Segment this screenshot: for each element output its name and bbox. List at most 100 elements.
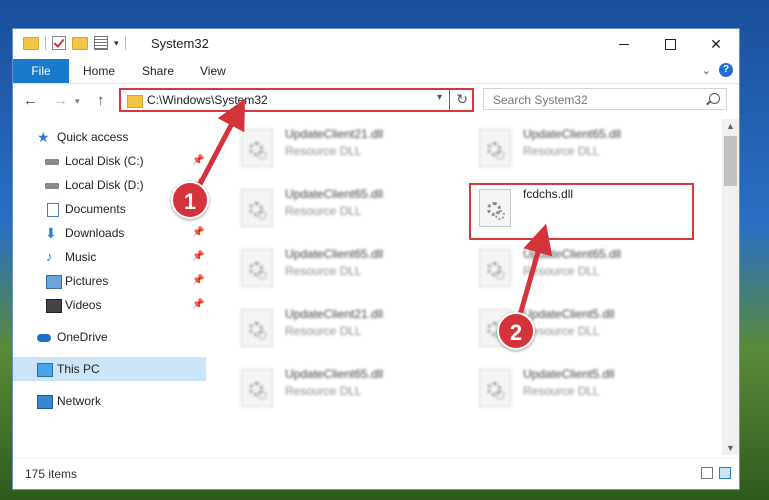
scrollbar-thumb[interactable] bbox=[724, 136, 737, 186]
large-icons-view-icon[interactable] bbox=[719, 467, 731, 479]
file-item[interactable]: UpdateClient65.dll Resource DLL bbox=[241, 363, 461, 415]
toolbar-divider bbox=[124, 36, 126, 50]
title-bar: ▾ System32 ✕ bbox=[13, 29, 739, 59]
download-icon: ⬇ bbox=[45, 225, 57, 241]
sidebar-item-label: Quick access bbox=[57, 130, 129, 144]
sidebar-item-local-disk-c[interactable]: Local Disk (C:) 📌 bbox=[13, 149, 206, 173]
file-item[interactable]: UpdateClient65.dll Resource DLL bbox=[241, 183, 461, 235]
dll-file-icon bbox=[241, 129, 273, 167]
tab-share[interactable]: Share bbox=[142, 59, 174, 83]
maximize-button[interactable] bbox=[647, 29, 693, 59]
close-button[interactable]: ✕ bbox=[693, 29, 739, 59]
sidebar-item-music[interactable]: ♪ Music 📌 bbox=[13, 245, 206, 269]
window-title: System32 bbox=[151, 36, 209, 51]
up-arrow-icon[interactable]: ↑ bbox=[97, 92, 105, 109]
document-icon bbox=[47, 203, 59, 217]
file-type: Resource DLL bbox=[523, 144, 600, 158]
forward-arrow-icon[interactable]: → bbox=[53, 92, 68, 109]
file-item[interactable]: UpdateClient21.dll Resource DLL bbox=[241, 303, 461, 355]
dll-file-icon bbox=[241, 249, 273, 287]
customize-toolbar-icon[interactable]: ▾ bbox=[114, 38, 119, 49]
help-icon[interactable]: ? bbox=[719, 63, 733, 77]
search-icon[interactable] bbox=[709, 93, 720, 104]
file-item[interactable]: UpdateClient65.dll Resource DLL bbox=[479, 243, 699, 295]
search-input[interactable]: Search System32 bbox=[483, 88, 727, 110]
file-item[interactable]: UpdateClient5.dll Resource DLL bbox=[479, 363, 699, 415]
pin-icon[interactable]: 📌 bbox=[192, 251, 204, 262]
address-bar[interactable]: C:\Windows\System32 ▾ ↻ bbox=[119, 88, 474, 112]
dll-file-icon bbox=[479, 129, 511, 167]
computer-icon bbox=[37, 363, 53, 377]
sidebar-item-quick-access[interactable]: ★ Quick access bbox=[13, 125, 206, 149]
minimize-button[interactable] bbox=[601, 29, 647, 59]
file-name: UpdateClient5.dll bbox=[523, 367, 615, 381]
sidebar-item-this-pc[interactable]: This PC bbox=[13, 357, 206, 381]
sidebar-item-label: Documents bbox=[65, 202, 126, 216]
details-view-icon[interactable] bbox=[701, 467, 713, 479]
tab-file[interactable]: File bbox=[13, 59, 69, 83]
picture-icon bbox=[46, 275, 62, 289]
recent-locations-icon[interactable]: ▾ bbox=[75, 96, 80, 107]
refresh-icon[interactable]: ↻ bbox=[456, 91, 468, 108]
sidebar-item-label: Videos bbox=[65, 298, 102, 312]
file-type: Resource DLL bbox=[285, 264, 362, 278]
sidebar-item-label: Local Disk (C:) bbox=[65, 154, 144, 168]
file-name: UpdateClient65.dll bbox=[285, 187, 384, 201]
sidebar-item-videos[interactable]: Videos 📌 bbox=[13, 293, 206, 317]
sidebar-item-network[interactable]: Network bbox=[13, 389, 206, 413]
sidebar-item-label: This PC bbox=[57, 362, 100, 376]
sidebar-item-downloads[interactable]: ⬇ Downloads 📌 bbox=[13, 221, 206, 245]
properties-icon[interactable] bbox=[94, 36, 108, 50]
folder-icon[interactable] bbox=[23, 36, 39, 50]
address-path[interactable]: C:\Windows\System32 bbox=[147, 93, 268, 107]
quick-access-toolbar: ▾ bbox=[23, 36, 126, 50]
pin-icon[interactable]: 📌 bbox=[192, 155, 204, 166]
ribbon-tabs: File Home Share View ⌄ ? bbox=[13, 59, 739, 84]
highlight-box-file bbox=[469, 183, 694, 240]
close-icon: ✕ bbox=[710, 35, 722, 52]
file-name: UpdateClient65.dll bbox=[285, 367, 384, 381]
navigation-pane: ★ Quick access Local Disk (C:) 📌 Local D… bbox=[13, 121, 206, 451]
tab-home[interactable]: Home bbox=[83, 59, 115, 83]
file-item[interactable]: UpdateClient21.dll Resource DLL bbox=[241, 123, 461, 175]
ribbon-right-controls: ⌄ ? bbox=[702, 63, 733, 77]
music-icon: ♪ bbox=[46, 249, 53, 264]
disk-icon bbox=[45, 183, 59, 189]
sidebar-item-label: Network bbox=[57, 394, 102, 408]
back-arrow-icon[interactable]: ← bbox=[23, 92, 38, 109]
item-count: 175 items bbox=[25, 467, 78, 481]
file-item[interactable]: UpdateClient65.dll Resource DLL bbox=[479, 123, 699, 175]
sidebar-item-onedrive[interactable]: OneDrive bbox=[13, 325, 206, 349]
file-item[interactable]: UpdateClient65.dll Resource DLL bbox=[241, 243, 461, 295]
disk-icon bbox=[45, 159, 59, 165]
scroll-down-icon[interactable]: ▼ bbox=[726, 443, 735, 453]
properties-check-icon[interactable] bbox=[52, 36, 66, 50]
folder-icon bbox=[127, 95, 143, 108]
tab-view[interactable]: View bbox=[200, 59, 226, 83]
video-icon bbox=[46, 299, 62, 313]
address-divider bbox=[449, 90, 450, 110]
file-list: UpdateClient21.dll Resource DLL UpdateCl… bbox=[221, 121, 725, 451]
vertical-scrollbar[interactable]: ▲ ▼ bbox=[722, 119, 739, 455]
view-toggle bbox=[701, 467, 731, 479]
pin-icon[interactable]: 📌 bbox=[192, 227, 204, 238]
sidebar-item-pictures[interactable]: Pictures 📌 bbox=[13, 269, 206, 293]
file-type: Resource DLL bbox=[285, 204, 362, 218]
pin-icon[interactable]: 📌 bbox=[192, 275, 204, 286]
expand-ribbon-icon[interactable]: ⌄ bbox=[702, 64, 711, 77]
dll-file-icon bbox=[479, 369, 511, 407]
dll-file-icon bbox=[241, 309, 273, 347]
callout-step-2: 2 bbox=[497, 312, 535, 350]
navigation-bar: ← → ▾ ↑ C:\Windows\System32 ▾ ↻ Search S… bbox=[13, 84, 739, 118]
callout-step-1: 1 bbox=[171, 181, 209, 219]
file-type: Resource DLL bbox=[285, 324, 362, 338]
new-folder-icon[interactable] bbox=[72, 36, 88, 50]
chevron-down-icon[interactable]: ▾ bbox=[437, 92, 442, 103]
sidebar-item-label: Music bbox=[65, 250, 97, 264]
file-name: UpdateClient21.dll bbox=[285, 127, 384, 141]
pin-icon[interactable]: 📌 bbox=[192, 299, 204, 310]
dll-file-icon bbox=[241, 369, 273, 407]
scroll-up-icon[interactable]: ▲ bbox=[726, 121, 735, 131]
file-name: UpdateClient21.dll bbox=[285, 307, 384, 321]
file-explorer-window: ▾ System32 ✕ File Home Share View ⌄ ? ← … bbox=[12, 28, 740, 490]
